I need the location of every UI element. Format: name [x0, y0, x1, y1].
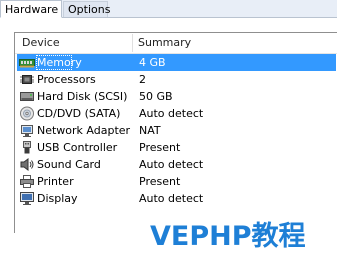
device-summary: Auto detect [139, 107, 204, 120]
device-label: CD/DVD (SATA) [37, 107, 121, 120]
sound-card-icon [19, 157, 35, 172]
device-row-usb-controller[interactable]: USB Controller Present [17, 139, 336, 156]
device-summary: 50 GB [139, 90, 173, 103]
watermark-text: VEPHP教程 [150, 221, 306, 252]
device-label: Display [37, 192, 78, 205]
memory-icon [19, 55, 35, 70]
device-row-sound-card[interactable]: Sound Card Auto detect [17, 156, 336, 173]
device-row-processors[interactable]: Processors 2 [17, 71, 336, 88]
device-summary: 2 [139, 73, 146, 86]
column-header-summary[interactable]: Summary [138, 33, 318, 53]
device-row-cd-dvd[interactable]: CD/DVD (SATA) Auto detect [17, 105, 336, 122]
tab-options[interactable]: Options [63, 1, 110, 17]
list-header: Device Summary [15, 33, 337, 54]
device-row-printer[interactable]: Printer Present [17, 173, 336, 190]
device-label: Printer [37, 175, 74, 188]
processor-icon [19, 72, 35, 87]
device-summary: Auto detect [139, 158, 204, 171]
device-row-display[interactable]: Display Auto detect [17, 190, 336, 207]
device-label: Memory [37, 56, 82, 69]
tab-strip: Hardware Options [0, 0, 337, 18]
printer-icon [19, 174, 35, 189]
column-header-device[interactable]: Device [22, 33, 132, 53]
device-label: Sound Card [37, 158, 101, 171]
network-adapter-icon [19, 123, 35, 138]
device-summary: Present [139, 141, 181, 154]
device-label: USB Controller [37, 141, 118, 154]
device-row-network-adapter[interactable]: Network Adapter NAT [17, 122, 336, 139]
device-summary: Present [139, 175, 181, 188]
device-list[interactable]: Device Summary Memory 4 GB Processors 2 … [14, 32, 337, 233]
device-summary: Auto detect [139, 192, 204, 205]
device-row-hard-disk[interactable]: Hard Disk (SCSI) 50 GB [17, 88, 336, 105]
tab-hardware[interactable]: Hardware [0, 0, 62, 18]
device-label: Hard Disk (SCSI) [37, 90, 128, 103]
cd-dvd-icon [19, 106, 35, 121]
usb-icon [19, 140, 35, 155]
device-label: Network Adapter [37, 124, 131, 137]
device-label: Processors [37, 73, 96, 86]
device-summary: 4 GB [139, 56, 166, 69]
device-row-memory[interactable]: Memory 4 GB [17, 54, 336, 71]
hard-disk-icon [19, 89, 35, 104]
column-divider[interactable] [132, 34, 133, 52]
display-icon [19, 191, 35, 206]
device-summary: NAT [139, 124, 161, 137]
